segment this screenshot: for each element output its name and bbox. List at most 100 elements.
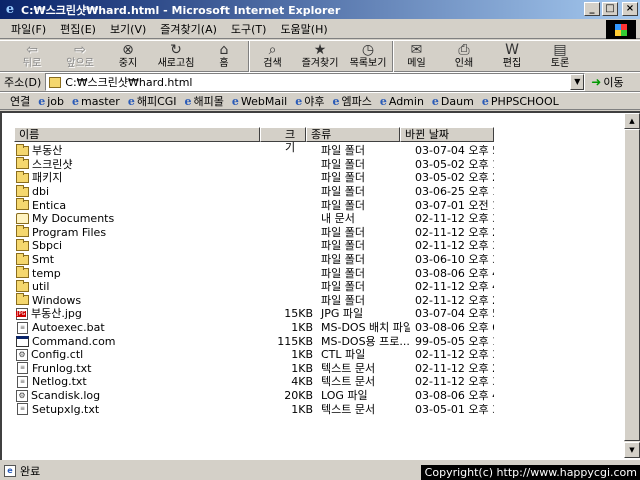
scroll-down-arrow-icon[interactable]: ▼ [624,442,640,458]
folder-icon [16,252,29,265]
forward-button[interactable]: ⇨ 앞으로 [56,41,104,72]
link-item[interactable]: e Daum [432,95,474,108]
file-row[interactable]: 부동산 파일 폴더 03-07-04 오후 5:25 [14,143,494,158]
history-button[interactable]: ◷ 목록보기 [344,41,392,72]
file-row[interactable]: ≡ Netlog.txt 4KB 텍스트 문서 02-11-12 오후 3:01 [14,375,494,389]
address-input[interactable]: C:₩스크린샷₩hard.html ▼ [45,73,586,91]
ie-page-icon: e [72,94,80,108]
link-item[interactable]: e master [72,95,120,108]
print-button[interactable]: ⎙ 인쇄 [440,41,488,72]
forward-arrow-icon: ⇨ [74,42,86,58]
folder-icon [16,198,29,211]
mail-button[interactable]: ✉ 메일 [392,41,440,72]
text-file-icon: ≡ [17,321,28,334]
file-name-cell: My Documents [14,212,260,225]
file-name: Sbpci [32,239,63,253]
link-item[interactable]: e WebMail [232,95,287,108]
file-row[interactable]: dbi 파일 폴더 03-06-25 오후 1:58 [14,184,494,199]
file-type: 파일 폴더 [321,157,365,171]
vertical-scrollbar[interactable]: ▲ ▼ [624,113,640,458]
my-documents-icon [16,213,29,225]
column-header-date[interactable]: 바뀐 날짜 [400,127,494,142]
close-button[interactable]: × [622,2,638,16]
file-type: 파일 폴더 [321,185,365,199]
file-date: 03-07-01 오전 11:47 [415,198,494,212]
column-header-name[interactable]: 이름 [14,127,260,142]
file-row[interactable]: My Documents 내 문서 02-11-12 오후 3:06 [14,212,494,226]
menu-tools[interactable]: 도구(T) [224,21,274,37]
text-file-icon: ≡ [17,362,28,375]
file-row[interactable]: ≡ Frunlog.txt 1KB 텍스트 문서 02-11-12 오후 2:53 [14,362,494,376]
program-icon [16,335,29,347]
file-row[interactable]: 패키지 파일 폴더 03-05-02 오후 2:46 [14,170,494,185]
file-row[interactable]: 부동산.jpg 15KB JPG 파일 03-07-04 오후 5:25 [14,307,494,321]
menu-help[interactable]: 도움말(H) [273,21,334,37]
link-item[interactable]: e 해피CGI [128,93,177,109]
file-row[interactable]: Entica 파일 폴더 03-07-01 오전 11:47 [14,198,494,212]
home-button[interactable]: ⌂ 홈 [200,41,248,72]
link-item[interactable]: e Admin [380,95,424,108]
file-row[interactable]: Command.com 115KB MS-DOS용 프로... 99-05-05 오후… [14,334,494,348]
link-item[interactable]: e job [38,95,64,108]
toolbar: ⇦ 뒤로 ⇨ 앞으로 ⊗ 중지 ↻ 새로고침 ⌂ 홈 ⌕ 검색 ★ 즐겨찾기 ◷… [0,40,640,72]
back-button[interactable]: ⇦ 뒤로 [8,41,56,72]
file-date: 03-07-04 오후 5:25 [415,307,494,321]
link-item[interactable]: e 엠파스 [332,93,371,109]
ie-page-icon: e [431,94,439,108]
file-row[interactable]: 스크린샷 파일 폴더 03-05-02 오후 12:07 [14,157,494,172]
file-type: 파일 폴더 [321,198,365,212]
file-row[interactable]: temp 파일 폴더 03-08-06 오후 4:31 [14,266,494,280]
ie-page-icon: e [38,94,46,108]
file-row[interactable]: Sbpci 파일 폴더 02-11-12 오후 3:08 [14,238,494,253]
file-name: temp [32,266,61,280]
maximize-button[interactable]: □ [602,2,618,16]
menu-view[interactable]: 보기(V) [103,21,153,37]
stop-button[interactable]: ⊗ 중지 [104,41,152,72]
favorites-button[interactable]: ★ 즐겨찾기 [296,41,344,72]
menu-favorites[interactable]: 즐겨찾기(A) [153,21,224,37]
file-name-cell: Program Files [14,225,260,239]
file-type: 텍스트 문서 [321,375,376,389]
file-name: Setupxlg.txt [32,402,100,416]
file-name: 부동산 [32,144,63,158]
search-button[interactable]: ⌕ 검색 [248,41,296,72]
file-row[interactable]: Program Files 파일 폴더 02-11-12 오후 2:42 [14,225,494,240]
file-name: util [32,280,50,294]
go-button[interactable]: ➜ 이동 [591,74,623,90]
ie-page-icon: e [127,94,135,108]
file-date: 03-05-02 오후 2:46 [415,171,494,185]
link-item[interactable]: e 해피몰 [185,93,224,109]
file-row[interactable]: Windows 파일 폴더 02-11-12 오후 2:42 [14,293,494,308]
file-type: CTL 파일 [321,348,366,362]
file-row[interactable]: ≡ Setupxlg.txt 1KB 텍스트 문서 03-05-01 오후 3:00 [14,402,494,416]
minimize-button[interactable]: _ [584,2,600,16]
scroll-up-arrow-icon[interactable]: ▲ [624,113,640,129]
menu-edit[interactable]: 편집(E) [53,21,103,37]
file-date: 02-11-12 오후 3:06 [415,212,494,226]
refresh-icon: ↻ [170,42,182,58]
file-name-cell: ⚙ Scandisk.log [14,389,260,402]
link-item[interactable]: e 야후 [295,93,324,109]
file-row[interactable]: ≡ Autoexec.bat 1KB MS-DOS 배치 파일 03-08-06 오후 … [14,321,494,335]
file-row[interactable]: ⚙Config.ctl 1KB CTL 파일 02-11-12 오후 3:11 [14,348,494,362]
file-date: 02-11-12 오후 2:42 [415,225,494,239]
refresh-button[interactable]: ↻ 새로고침 [152,41,200,72]
column-header-type[interactable]: 종류 [306,127,400,142]
menu-file[interactable]: 파일(F) [4,21,53,37]
file-row[interactable]: util 파일 폴더 02-11-12 오후 4:54 [14,279,494,294]
ie-page-icon: e [231,94,239,108]
file-row[interactable]: Smt 파일 폴더 03-06-10 오후 3:13 [14,252,494,267]
file-size: 115KB [277,334,313,348]
address-dropdown-arrow-icon[interactable]: ▼ [570,74,585,90]
file-type: 텍스트 문서 [321,361,376,375]
file-type: 파일 폴더 [321,171,365,185]
links-label: 연결 [10,95,31,108]
edit-button[interactable]: W 편집 [488,41,536,72]
file-name: My Documents [32,212,115,226]
scroll-thumb[interactable] [624,129,640,441]
ie-page-icon: e [184,94,192,108]
discuss-button[interactable]: ▤ 토론 [536,41,584,72]
link-item[interactable]: e PHPSCHOOL [482,95,559,108]
file-row[interactable]: ⚙Scandisk.log 20KB LOG 파일 03-08-06 오후 4:43 [14,389,494,403]
column-header-size[interactable]: 크기 [260,127,306,154]
